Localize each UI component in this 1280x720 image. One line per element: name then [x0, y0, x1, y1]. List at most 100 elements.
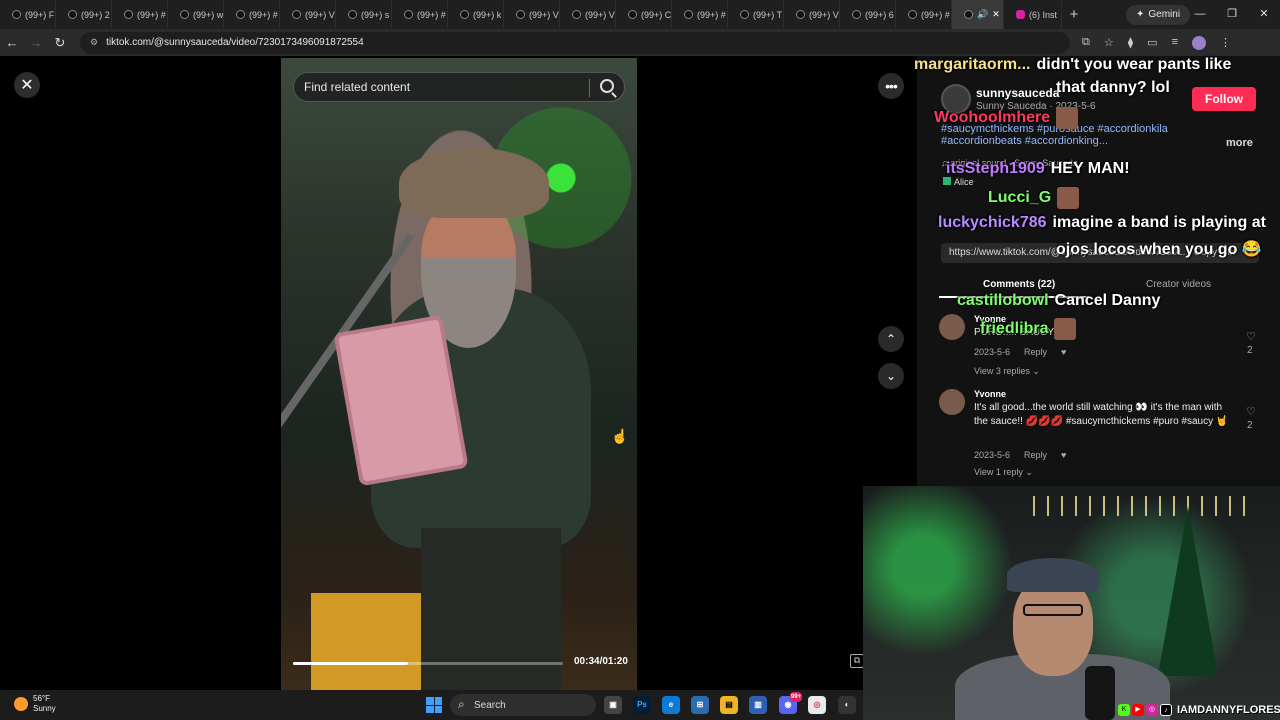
heart-icon[interactable]: ♡ — [1244, 330, 1258, 343]
browser-tab-strip: (99+) F (99+) 2 (99+) # (99+) w (99+) # … — [0, 0, 1280, 29]
reload-icon[interactable]: ↻ — [48, 35, 72, 51]
video-player[interactable]: Find related content 00:34/01:20 ☝ — [281, 58, 637, 690]
commenter-avatar[interactable] — [939, 389, 965, 415]
close-window-button[interactable]: ✕ — [1248, 0, 1280, 29]
browser-tab[interactable]: (99+) F — [0, 0, 56, 29]
restore-button[interactable]: ❐ — [1216, 0, 1248, 29]
browser-tab[interactable]: (99+) k — [448, 0, 504, 29]
next-video-button[interactable]: ⌄ — [878, 363, 904, 389]
browser-tab[interactable]: (99+) T — [728, 0, 784, 29]
caption-more-link[interactable]: more — [1226, 137, 1253, 149]
search-icon[interactable] — [600, 79, 614, 93]
minimize-button[interactable]: — — [1184, 0, 1216, 29]
divider — [589, 79, 590, 97]
tab-close-icon[interactable]: ✕ — [992, 9, 1000, 20]
url-field[interactable]: ⚙ tiktok.com/@sunnysauceda/video/7230173… — [80, 31, 1070, 54]
edge-icon[interactable]: e — [662, 696, 680, 714]
tiktok-icon — [12, 10, 21, 19]
view-replies-button[interactable]: View 3 replies ⌄ — [974, 366, 1040, 377]
browser-tab[interactable]: (99+) w — [168, 0, 224, 29]
creator-liked-icon: ♥ — [1061, 450, 1067, 460]
follow-button[interactable]: Follow — [1192, 87, 1256, 111]
comment-meta: 2023-5-6 Reply ♥ — [974, 347, 1066, 357]
profile-avatar[interactable] — [1192, 35, 1206, 50]
browser-tab[interactable]: (99+) # — [112, 0, 168, 29]
url-text: tiktok.com/@sunnysauceda/video/723017349… — [106, 37, 364, 48]
store-icon[interactable]: ⊞ — [691, 696, 709, 714]
tiktok-icon — [796, 10, 805, 19]
tab-creator-videos[interactable]: Creator videos — [1146, 279, 1211, 290]
browser-tab[interactable]: (99+) 2 — [56, 0, 112, 29]
tab-comments[interactable]: Comments (22) — [983, 279, 1055, 290]
chat-text: Cancel Danny — [1054, 292, 1161, 309]
collab-user[interactable]: Alice — [943, 177, 974, 187]
chat-message: Lucci_G — [988, 187, 1080, 209]
reply-button[interactable]: Reply — [1024, 450, 1047, 460]
site-info-icon[interactable]: ⚙ — [90, 37, 98, 48]
chat-message: that danny? lol — [1056, 79, 1170, 97]
media-controls-icon[interactable]: ≡ — [1172, 36, 1178, 50]
taskbar-search[interactable]: Search — [450, 694, 596, 716]
task-view-icon[interactable]: ▣ — [604, 696, 622, 714]
browser-tab[interactable]: (99+) # — [672, 0, 728, 29]
browser-tab[interactable]: (99+) s — [336, 0, 392, 29]
reply-button[interactable]: Reply — [1024, 347, 1047, 357]
performer-legs-shape — [421, 528, 561, 690]
chat-message: friedlibra — [980, 318, 1077, 340]
extensions-icon[interactable]: ⧫ — [1128, 36, 1133, 50]
browser-tab[interactable]: (99+) 6 — [840, 0, 896, 29]
windows-taskbar: 56°FSunny Search ▣ Ps e ⊞ ▤ ▥ ◉ 99+ ◎ ◐ — [0, 690, 863, 720]
new-tab-button[interactable]: + — [1062, 6, 1086, 23]
browser-tab[interactable]: (99+) C — [616, 0, 672, 29]
youtube-icon: ▶ — [1132, 704, 1144, 716]
string-lights-shape — [1033, 496, 1253, 516]
browser-tab-instagram[interactable]: (6) Inst — [1004, 0, 1062, 29]
chat-text: that danny? lol — [1056, 79, 1170, 96]
menu-icon[interactable]: ⋮ — [1220, 36, 1231, 50]
view-replies-button[interactable]: View 1 reply ⌄ — [974, 467, 1033, 478]
commenter-avatar[interactable] — [939, 314, 965, 340]
hashtag-line[interactable]: #accordionbeats #accordionking... — [941, 135, 1168, 147]
tiktok-icon — [684, 10, 693, 19]
chat-username: itsSteph1909 — [946, 160, 1045, 177]
browser-tab[interactable]: (99+) # — [392, 0, 448, 29]
browser-tab-active[interactable]: 🔊 ✕ — [952, 0, 1004, 29]
browser-tab[interactable]: (99+) V — [784, 0, 840, 29]
gemini-button[interactable]: ✦ Gemini — [1126, 4, 1191, 25]
toolbar-icons: ⧉ ☆ ⧫ ▭ ≡ ⋮ — [1082, 35, 1231, 50]
forward-icon[interactable]: → — [24, 35, 48, 50]
video-progress-bar[interactable] — [293, 662, 563, 665]
file-explorer-icon[interactable]: ▤ — [720, 696, 738, 714]
search-placeholder: Find related content — [304, 80, 411, 94]
close-video-button[interactable]: ✕ — [14, 72, 40, 98]
tiktok-icon — [236, 10, 245, 19]
photoshop-icon[interactable]: Ps — [633, 696, 651, 714]
user-badge-icon — [943, 177, 951, 185]
find-related-search[interactable]: Find related content — [293, 72, 625, 102]
creator-username[interactable]: sunnysauceda — [976, 86, 1059, 100]
picture-in-picture-icon[interactable]: ⧉ — [850, 654, 864, 668]
app-icon[interactable]: ◐ — [838, 696, 856, 714]
install-app-icon[interactable]: ⧉ — [1082, 36, 1090, 50]
heart-icon[interactable]: ♡ — [1244, 405, 1258, 418]
browser-tab[interactable]: (99+) # — [896, 0, 952, 29]
back-icon[interactable]: ← — [0, 35, 24, 50]
commenter-name[interactable]: Yvonne — [974, 389, 1006, 399]
browser-tab[interactable]: (99+) V — [560, 0, 616, 29]
browser-tab[interactable]: (99+) # — [224, 0, 280, 29]
split-view-icon[interactable]: ▭ — [1147, 36, 1157, 50]
browser-tab[interactable]: (99+) V — [504, 0, 560, 29]
chrome-icon[interactable]: ◎ — [808, 696, 826, 714]
browser-tab[interactable]: (99+) V — [280, 0, 336, 29]
screen: (99+) F (99+) 2 (99+) # (99+) w (99+) # … — [0, 0, 1280, 720]
sun-icon — [14, 697, 28, 711]
windows-start-icon[interactable] — [426, 697, 442, 713]
more-options-button[interactable]: ••• — [878, 73, 904, 99]
previous-video-button[interactable]: ⌃ — [878, 326, 904, 352]
comment-text: It's all good...the world still watching… — [974, 402, 1229, 427]
app-icon[interactable]: ▥ — [749, 696, 767, 714]
like-count: 2 — [1247, 345, 1253, 356]
bookmark-star-icon[interactable]: ☆ — [1104, 36, 1114, 50]
weather-widget[interactable]: 56°F Sunny — [14, 694, 56, 714]
close-icon: ✕ — [20, 77, 34, 94]
